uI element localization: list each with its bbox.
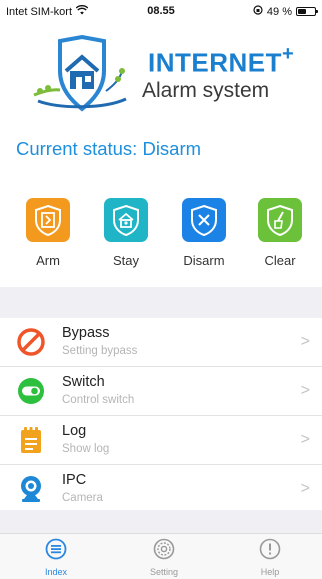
bypass-icon <box>17 328 45 356</box>
menu-item-bypass[interactable]: Bypass Setting bypass > <box>0 318 322 367</box>
disarm-button[interactable]: Disarm <box>174 198 234 268</box>
logo-plus: + <box>282 43 295 65</box>
clear-icon <box>267 204 293 236</box>
arm-label: Arm <box>36 253 60 268</box>
status-bar: Intet SIM-kort 08.55 49 % <box>0 0 322 22</box>
log-icon <box>17 426 45 454</box>
tab-label: Index <box>44 567 68 577</box>
clear-button[interactable]: Clear <box>250 198 310 268</box>
menu-item-subtitle: Camera <box>62 492 103 504</box>
menu-list: Bypass Setting bypass > Switch Control s… <box>0 318 322 514</box>
tab-help[interactable]: Help <box>230 538 310 577</box>
switch-icon <box>17 377 45 405</box>
house-shield-icon <box>33 35 127 112</box>
tab-label: Help <box>260 567 280 577</box>
clear-tile[interactable] <box>258 198 302 242</box>
logo-title: INTERNET+ <box>148 43 295 79</box>
arm-icon <box>35 204 61 236</box>
disarm-label: Disarm <box>183 253 225 268</box>
status-right: 49 % <box>253 5 318 18</box>
menu-item-title: Bypass <box>62 325 110 341</box>
chevron-right-icon: > <box>300 480 310 497</box>
chevron-right-icon: > <box>300 382 310 399</box>
app-logo: INTERNET+ Alarm system <box>30 35 300 117</box>
stay-label: Stay <box>112 253 139 268</box>
current-status: Current status: Disarm <box>16 138 202 159</box>
chevron-right-icon: > <box>300 431 310 448</box>
arm-tile[interactable] <box>26 198 70 242</box>
battery-text: 49 % <box>266 5 292 18</box>
disarm-icon <box>191 204 217 236</box>
index-icon <box>45 538 67 560</box>
tab-setting[interactable]: Setting <box>124 538 204 577</box>
setting-icon <box>153 538 175 560</box>
menu-item-ipc[interactable]: IPC Camera > <box>0 465 322 514</box>
battery-icon <box>296 7 318 16</box>
stay-tile[interactable] <box>104 198 148 242</box>
stay-icon <box>113 204 139 236</box>
logo-subtitle: Alarm system <box>142 79 270 102</box>
stay-button[interactable]: Stay <box>96 198 156 268</box>
tab-label: Setting <box>149 567 179 577</box>
menu-item-title: Switch <box>62 374 105 390</box>
chevron-right-icon: > <box>300 333 310 350</box>
tab-bar: Index Setting Help <box>0 533 322 579</box>
disarm-tile[interactable] <box>182 198 226 242</box>
menu-item-subtitle: Setting bypass <box>62 345 138 357</box>
camera-icon <box>17 475 45 503</box>
arm-button[interactable]: Arm <box>18 198 78 268</box>
section-divider <box>0 287 322 319</box>
clear-label: Clear <box>264 253 296 268</box>
orientation-lock-icon <box>253 5 263 18</box>
menu-item-switch[interactable]: Switch Control switch > <box>0 367 322 416</box>
logo-title-text: INTERNET <box>148 47 282 78</box>
mode-buttons: Arm Stay Disarm Clear <box>0 198 322 288</box>
bottom-spacer <box>0 510 322 534</box>
tab-index[interactable]: Index <box>16 538 96 577</box>
menu-item-title: Log <box>62 423 87 439</box>
menu-item-log[interactable]: Log Show log > <box>0 416 322 465</box>
help-icon <box>259 538 281 560</box>
menu-item-subtitle: Show log <box>62 443 110 455</box>
menu-item-subtitle: Control switch <box>62 394 135 406</box>
menu-item-title: IPC <box>62 472 87 488</box>
